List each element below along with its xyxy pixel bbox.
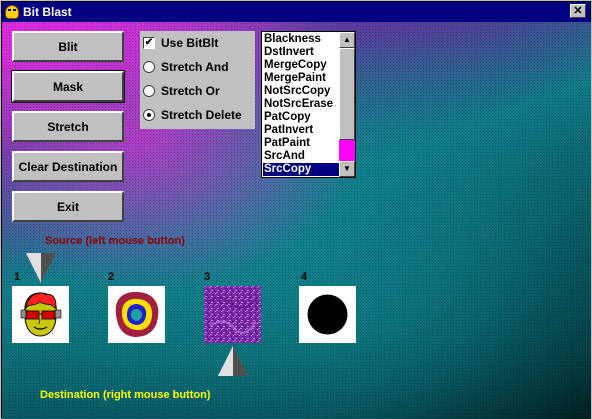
listbox-scrollbar[interactable]: ▲ ▼ [339,32,355,177]
stretch-and-radio[interactable] [143,61,155,73]
use-bitblt-checkbox[interactable]: ✔ [143,37,155,49]
list-item[interactable]: Blackness [263,33,339,46]
scroll-up-arrow-icon[interactable]: ▲ [339,32,355,48]
scroll-thumb[interactable] [339,48,355,140]
exit-button[interactable]: Exit [12,191,124,222]
list-item[interactable]: NotSrcCopy [263,85,339,98]
list-item-selected[interactable]: SrcCopy [263,163,339,176]
tile-number: 1 [14,271,21,283]
tile-4-circle-image[interactable] [299,286,356,343]
destination-pointer-arrow-icon [218,346,248,376]
source-label: Source (left mouse button) [45,235,185,247]
app-window: Bit Blast ✕ Blit Mask Stretch Clear Dest… [0,0,592,419]
tile-3-texture-image[interactable] [204,286,261,343]
tile-2-rings-image[interactable] [108,286,165,343]
tile-number: 2 [108,271,115,283]
list-item[interactable]: DstInvert [263,46,339,59]
stretch-and-label: Stretch And [161,60,229,74]
stretch-button[interactable]: Stretch [12,111,124,142]
list-item[interactable]: SrcAnd [263,150,339,163]
blit-button[interactable]: Blit [12,31,124,62]
list-item[interactable]: PatInvert [263,124,339,137]
mask-button[interactable]: Mask [11,70,125,103]
tile-1-face-image[interactable] [12,286,69,343]
stretch-and-radio-row[interactable]: Stretch And [143,59,229,75]
client-area: Blit Mask Stretch Clear Destination Exit… [2,22,591,419]
stretch-delete-radio-row[interactable]: Stretch Delete [143,107,242,123]
options-panel: ✔ Use BitBlt Stretch And Stretch Or Stre… [140,31,255,129]
scroll-down-arrow-icon[interactable]: ▼ [339,161,355,177]
list-item[interactable]: MergeCopy [263,59,339,72]
stretch-delete-radio[interactable] [143,109,155,121]
tile-number: 4 [301,271,308,283]
window-title: Bit Blast [23,5,72,19]
stretch-or-radio[interactable] [143,85,155,97]
use-bitblt-checkbox-row[interactable]: ✔ Use BitBlt [143,35,218,51]
stretch-delete-label: Stretch Delete [161,108,242,122]
source-pointer-arrow-icon [26,253,56,283]
list-item[interactable]: NotSrcErase [263,98,339,111]
list-item[interactable]: PatCopy [263,111,339,124]
clear-destination-button[interactable]: Clear Destination [12,151,124,182]
tile-number: 3 [204,271,211,283]
list-item[interactable]: MergePaint [263,72,339,85]
destination-label: Destination (right mouse button) [40,389,211,401]
title-bar[interactable]: Bit Blast ✕ [2,2,590,22]
use-bitblt-label: Use BitBlt [161,36,219,50]
stretch-or-radio-row[interactable]: Stretch Or [143,83,220,99]
raster-op-list: Blackness DstInvert MergeCopy MergePaint… [263,33,339,176]
list-item[interactable]: PatPaint [263,137,339,150]
stretch-or-label: Stretch Or [161,84,220,98]
close-button[interactable]: ✕ [570,4,586,18]
smiley-app-icon[interactable] [5,5,19,19]
raster-op-listbox[interactable]: Blackness DstInvert MergeCopy MergePaint… [261,31,356,178]
